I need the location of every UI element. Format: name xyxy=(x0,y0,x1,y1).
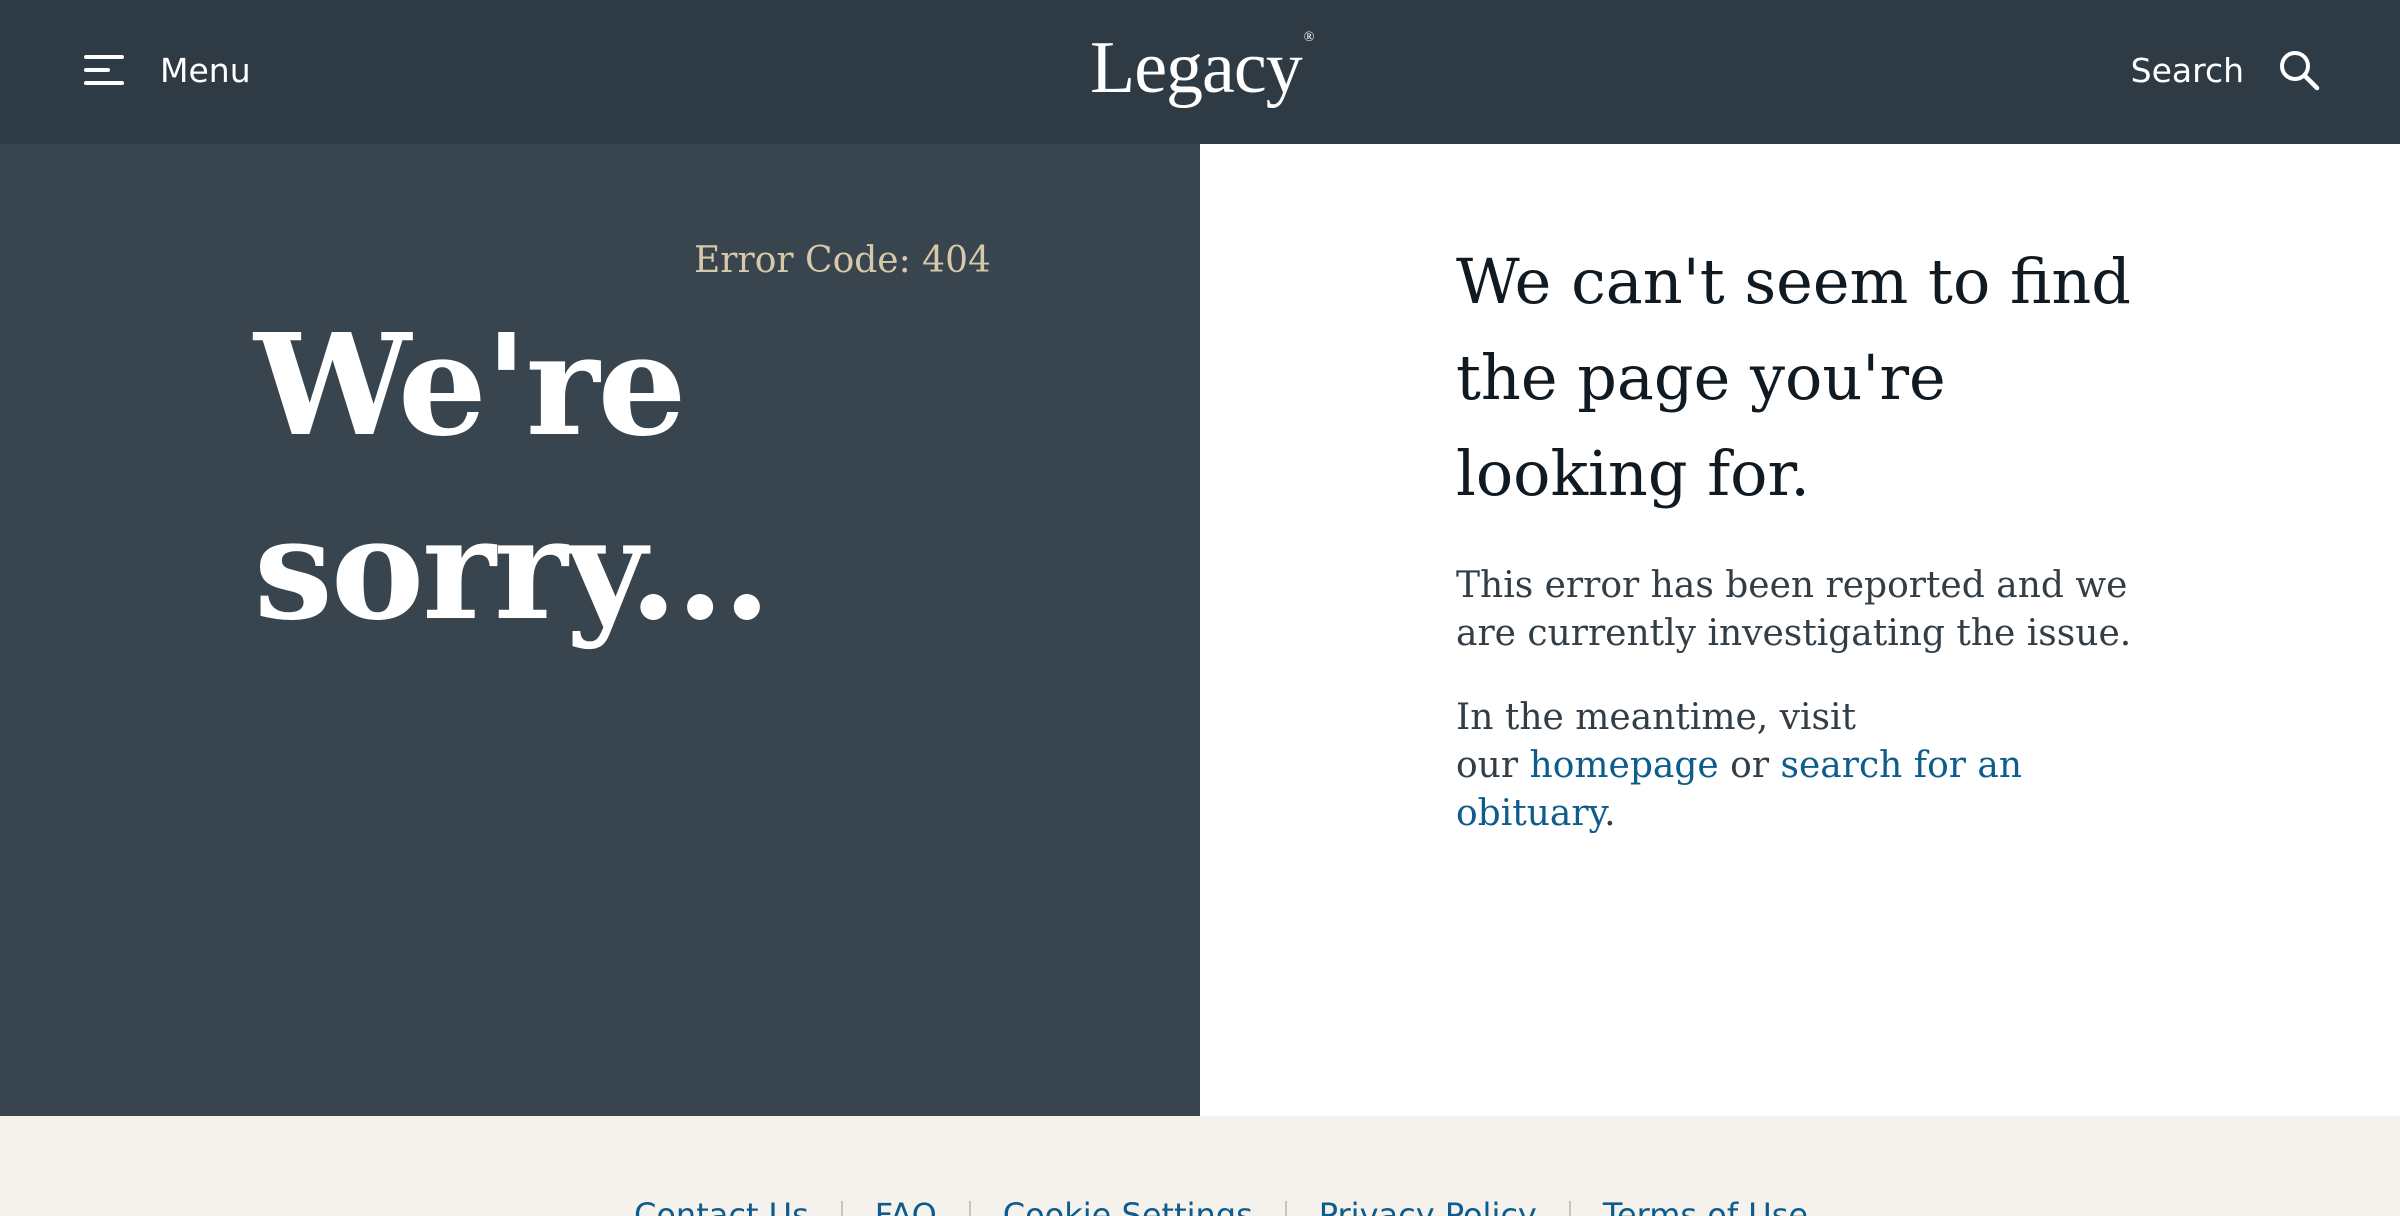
sorry-panel: Error Code: 404 We're sorry... xyxy=(0,144,1200,1116)
sorry-line-1: We're xyxy=(254,304,687,468)
footer-link-cookie-settings[interactable]: Cookie Settings xyxy=(1003,1196,1253,1216)
footer-divider xyxy=(840,1201,843,1216)
meantime-text: In the meantime, visit our homepage or s… xyxy=(1456,694,2176,838)
search-icon xyxy=(2278,49,2320,91)
footer-link-contact-us[interactable]: Contact Us xyxy=(634,1196,809,1216)
menu-label: Menu xyxy=(160,50,251,90)
footer-divider xyxy=(968,1201,971,1216)
our-text: our xyxy=(1456,745,1519,786)
footer-link-faq[interactable]: FAQ xyxy=(875,1196,937,1216)
registered-mark: ® xyxy=(1303,30,1315,45)
period-text: . xyxy=(1604,793,1616,834)
homepage-link[interactable]: homepage xyxy=(1530,745,1719,786)
not-found-headline: We can't seem to find the page you're lo… xyxy=(1456,245,2131,510)
sorry-line-2: sorry... xyxy=(254,488,771,652)
logo-text: Legacy xyxy=(1090,27,1303,109)
or-text: or xyxy=(1730,745,1770,786)
search-button[interactable]: Search xyxy=(2131,40,2320,100)
menu-button[interactable]: Menu xyxy=(84,40,251,100)
site-footer: Contact Us FAQ Cookie Settings Privacy P… xyxy=(0,1116,2400,1216)
meantime-prefix: In the meantime, visit xyxy=(1456,697,1856,738)
legacy-logo[interactable]: Legacy ® xyxy=(1090,18,1314,118)
search-label: Search xyxy=(2130,50,2244,90)
footer-divider xyxy=(1284,1201,1287,1216)
sorry-heading: We're sorry... xyxy=(254,294,1154,662)
error-reported-text: This error has been reported and we are … xyxy=(1456,565,2132,654)
footer-links: Contact Us FAQ Cookie Settings Privacy P… xyxy=(634,1196,1808,1216)
footer-link-privacy-policy[interactable]: Privacy Policy xyxy=(1319,1196,1537,1216)
site-header: Menu Legacy ® Search xyxy=(0,0,2400,144)
hamburger-icon xyxy=(84,55,124,85)
message-panel: We can't seem to find the page you're lo… xyxy=(1200,144,2400,1116)
error-code: Error Code: 404 xyxy=(694,240,991,281)
footer-link-terms-of-use[interactable]: Terms of Use xyxy=(1603,1196,1808,1216)
footer-divider xyxy=(1568,1201,1571,1216)
